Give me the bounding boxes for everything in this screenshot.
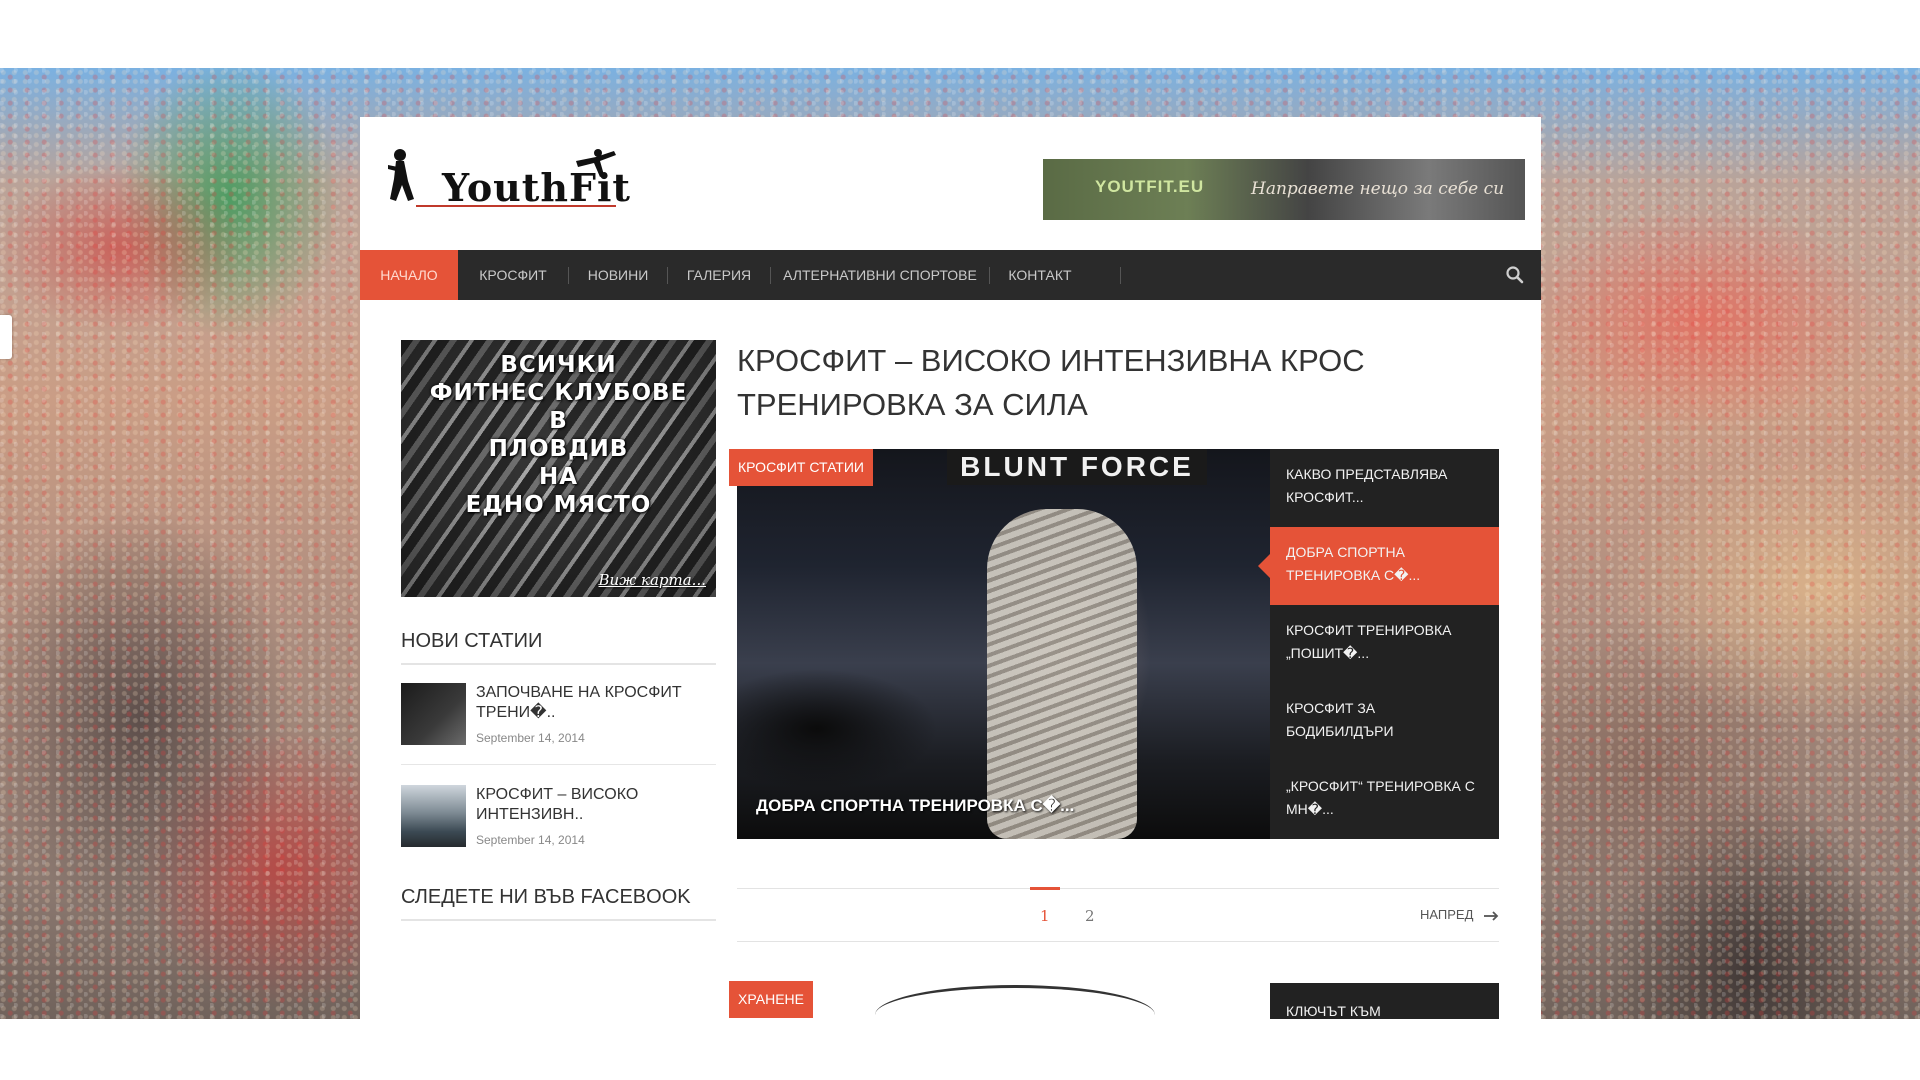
nav-item-contact[interactable]: КОНТАКТ [990,250,1090,300]
slide-image[interactable]: BLUNT FORCE ДОБРА СПОРТНА ТРЕНИРОВКА С�.… [737,449,1270,839]
featured-slider: BLUNT FORCE ДОБРА СПОРТНА ТРЕНИРОВКА С�.… [729,449,1499,839]
logo-underline [416,205,616,207]
banner-slogan-text: Направете нещо за себе си [1251,179,1505,199]
slider-list-item-active[interactable]: ДОБРА СПОРТНА ТРЕНИРОВКА С�... [1258,527,1499,605]
promo-line: ВСИЧКИ [500,352,617,378]
site-logo[interactable]: YouthFit [386,147,630,210]
facebook-heading: СЛЕДЕТЕ НИ ВЪВ FACEBOOK [401,886,716,921]
search-icon[interactable] [1505,265,1525,285]
pagination: 1 2 НАПРЕД [737,887,1499,942]
next-page-button[interactable]: НАПРЕД [1420,907,1499,922]
new-posts-heading: НОВИ СТАТИИ [401,630,716,665]
main-navigation: НАЧАЛО КРОСФИТ НОВИНИ ГАЛЕРИЯ АЛТЕРНАТИВ… [360,250,1541,300]
page-1-link[interactable]: 1 [1040,907,1050,925]
promo-line: В [549,408,568,434]
promo-line: ФИТНЕС КЛУБОВЕ [429,380,688,406]
battle-ropes-shape [987,509,1137,839]
article-title[interactable]: КРОСФИТ – ВИСОКО ИНТЕНЗИВНА КРОС ТРЕНИРО… [737,339,1497,427]
athlete-logo-icon [388,149,414,201]
post-title[interactable]: КРОСФИТ – ВИСОКО ИНТЕНЗИВН.. [476,785,716,825]
teaser-post-list: КЛЮЧЪТ КЪМ [1270,983,1499,1019]
slider-list-item[interactable]: КАКВО ПРЕДСТАВЛЯВА КРОСФИТ... [1270,449,1499,527]
nav-item-news[interactable]: НОВИНИ [569,250,667,300]
page-2-link[interactable]: 2 [1085,907,1095,925]
post-thumbnail[interactable] [401,785,466,847]
next-label: НАПРЕД [1419,907,1474,922]
sidebar-post[interactable]: ЗАПОЧВАНЕ НА КРОСФИТ ТРЕНИ�.. September … [401,677,716,765]
slider-post-list: КАКВО ПРЕДСТАВЛЯВА КРОСФИТ... ДОБРА СПОР… [1258,449,1499,839]
promo-line: ПЛОВДИВ [488,436,629,462]
nav-item-alternative-sports[interactable]: АЛТЕРНАТИВНИ СПОРТОВЕ [771,250,989,300]
post-thumbnail[interactable] [401,683,466,745]
logo-wordmark: YouthFit [442,165,631,210]
arrow-right-icon [1484,910,1499,921]
browser-viewport: YouthFit YOUTFIT.EU Направете нещо за се… [0,0,1920,1080]
slider-list-item[interactable]: „КРОСФИТ“ ТРЕНИРОВКА С МН�... [1270,761,1499,839]
teaser-image[interactable] [875,985,1155,1019]
post-date: September 14, 2014 [476,833,585,847]
side-feedback-tab[interactable] [0,315,12,359]
promo-line: НА [538,464,579,490]
promo-line: ЕДНО МЯСТО [465,492,652,518]
banner-brand-text: YOUTFIT.EU [1095,177,1205,196]
post-title[interactable]: ЗАПОЧВАНЕ НА КРОСФИТ ТРЕНИ�.. [476,683,716,723]
active-page-indicator [1030,887,1060,890]
post-date: September 14, 2014 [476,731,585,745]
gym-map-promo-banner[interactable]: ВСИЧКИ ФИТНЕС КЛУБОВЕ В ПЛОВДИВ НА ЕДНО … [401,340,716,597]
nav-item-home[interactable]: НАЧАЛО [360,250,458,300]
slide-image-sign: BLUNT FORCE [947,449,1207,485]
category-badge[interactable]: ХРАНЕНЕ [729,981,813,1018]
header-banner-ad[interactable]: YOUTFIT.EU Направете нещо за себе си [1043,159,1525,220]
teaser-list-item[interactable]: КЛЮЧЪТ КЪМ [1286,1003,1381,1019]
nav-item-gallery[interactable]: ГАЛЕРИЯ [668,250,770,300]
slider-list-item[interactable]: КРОСФИТ ЗА БОДИБИЛДЪРИ [1270,683,1499,761]
slider-list-item[interactable]: КРОСФИТ ТРЕНИРОВКА „ПОШИТ�... [1270,605,1499,683]
category-badge[interactable]: КРОСФИТ СТАТИИ [729,449,873,486]
sidebar-post[interactable]: КРОСФИТ – ВИСОКО ИНТЕНЗИВН.. September 1… [401,779,716,867]
slide-caption[interactable]: ДОБРА СПОРТНА ТРЕНИРОВКА С�... [756,796,1074,816]
main-content-panel: YouthFit YOUTFIT.EU Направете нещо за се… [360,117,1541,1019]
nav-item-crossfit[interactable]: КРОСФИТ [458,250,568,300]
view-map-link[interactable]: Виж карта... [599,571,706,589]
